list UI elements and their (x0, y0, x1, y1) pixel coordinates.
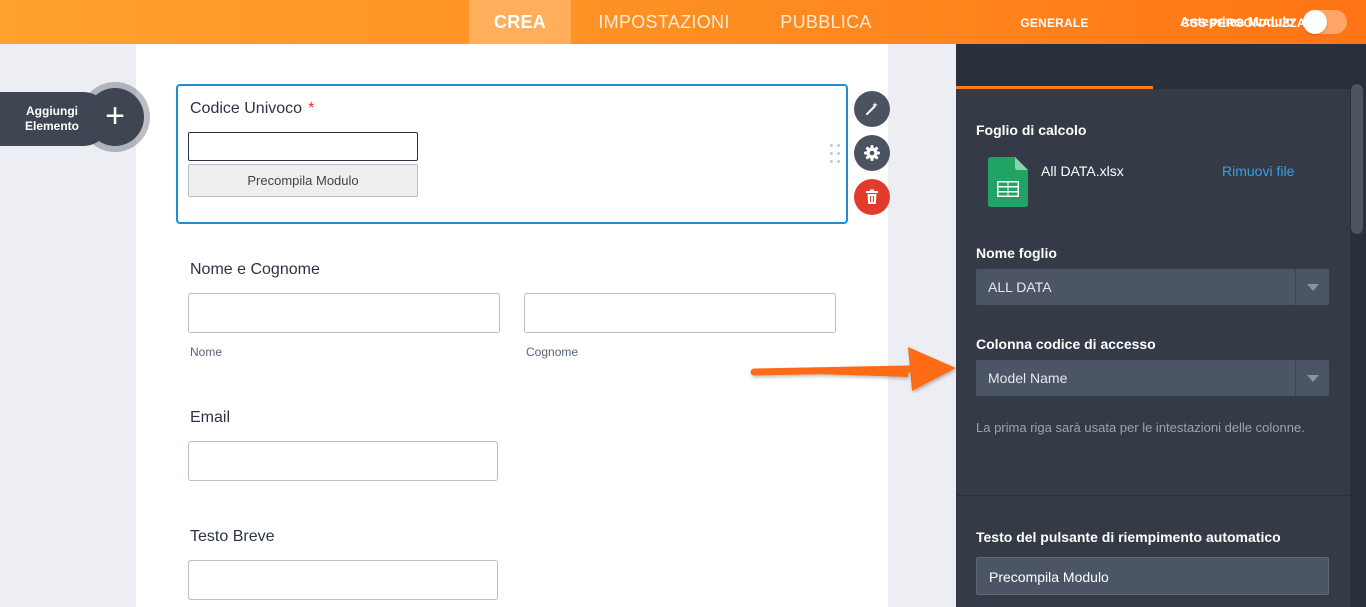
access-column-label: Colonna codice di accesso (976, 336, 1156, 352)
plus-icon[interactable]: + (86, 88, 144, 146)
callout-arrow-icon (750, 347, 956, 391)
sheet-name-value: ALL DATA (988, 279, 1052, 295)
first-name-sublabel: Nome (190, 345, 223, 359)
chevron-down-icon[interactable] (1295, 360, 1329, 396)
email-label: Email (190, 409, 231, 426)
panel-scroll-thumb[interactable] (1351, 84, 1363, 234)
nav-tab-impostazioni[interactable]: IMPOSTAZIONI (583, 0, 745, 44)
access-column-select[interactable]: Model Name (976, 360, 1329, 396)
last-name-input[interactable] (524, 293, 836, 333)
file-name: All DATA.xlsx (1041, 163, 1124, 179)
tab-css-personalizzato[interactable]: CSS PERSONALIZZATO (1153, 0, 1350, 45)
email-input[interactable] (188, 441, 498, 481)
wand-icon[interactable] (854, 91, 890, 127)
access-column-help: La prima riga sarà usata per le intestaz… (976, 420, 1305, 435)
unique-code-input[interactable] (188, 132, 418, 161)
autofill-button-text-input[interactable]: Precompila Modulo (976, 557, 1329, 595)
gear-icon[interactable] (854, 135, 890, 171)
trash-icon[interactable] (854, 179, 890, 215)
last-name-sublabel: Cognome (526, 345, 579, 359)
chevron-down-icon[interactable] (1295, 269, 1329, 305)
required-mark: * (308, 100, 315, 117)
sheet-name-select[interactable]: ALL DATA (976, 269, 1329, 305)
spreadsheet-label: Foglio di calcolo (976, 122, 1087, 138)
prefill-form-button[interactable]: Precompila Modulo (188, 164, 418, 197)
nav-tab-crea[interactable]: CREA (469, 0, 571, 44)
autofill-button-text-value: Precompila Modulo (989, 569, 1109, 585)
panel-divider (956, 495, 1350, 496)
short-text-label: Testo Breve (190, 528, 275, 545)
spreadsheet-file-icon (988, 157, 1028, 207)
access-column-value: Model Name (988, 370, 1068, 386)
short-text-input[interactable] (188, 560, 498, 600)
nav-tab-pubblica[interactable]: PUBBLICA (768, 0, 884, 44)
first-name-input[interactable] (188, 293, 500, 333)
autofill-button-label: Testo del pulsante di riempimento automa… (976, 529, 1281, 545)
panel-tabs (956, 44, 1350, 89)
tab-generale[interactable]: GENERALE (956, 0, 1153, 45)
full-name-label: Nome e Cognome (190, 261, 320, 278)
remove-file-link[interactable]: Rimuovi file (1222, 163, 1294, 179)
active-tab-indicator (956, 86, 1153, 89)
drag-handle-icon[interactable] (830, 144, 842, 166)
unique-code-label: Codice Univoco * (190, 100, 315, 117)
sheet-name-label: Nome foglio (976, 245, 1057, 261)
